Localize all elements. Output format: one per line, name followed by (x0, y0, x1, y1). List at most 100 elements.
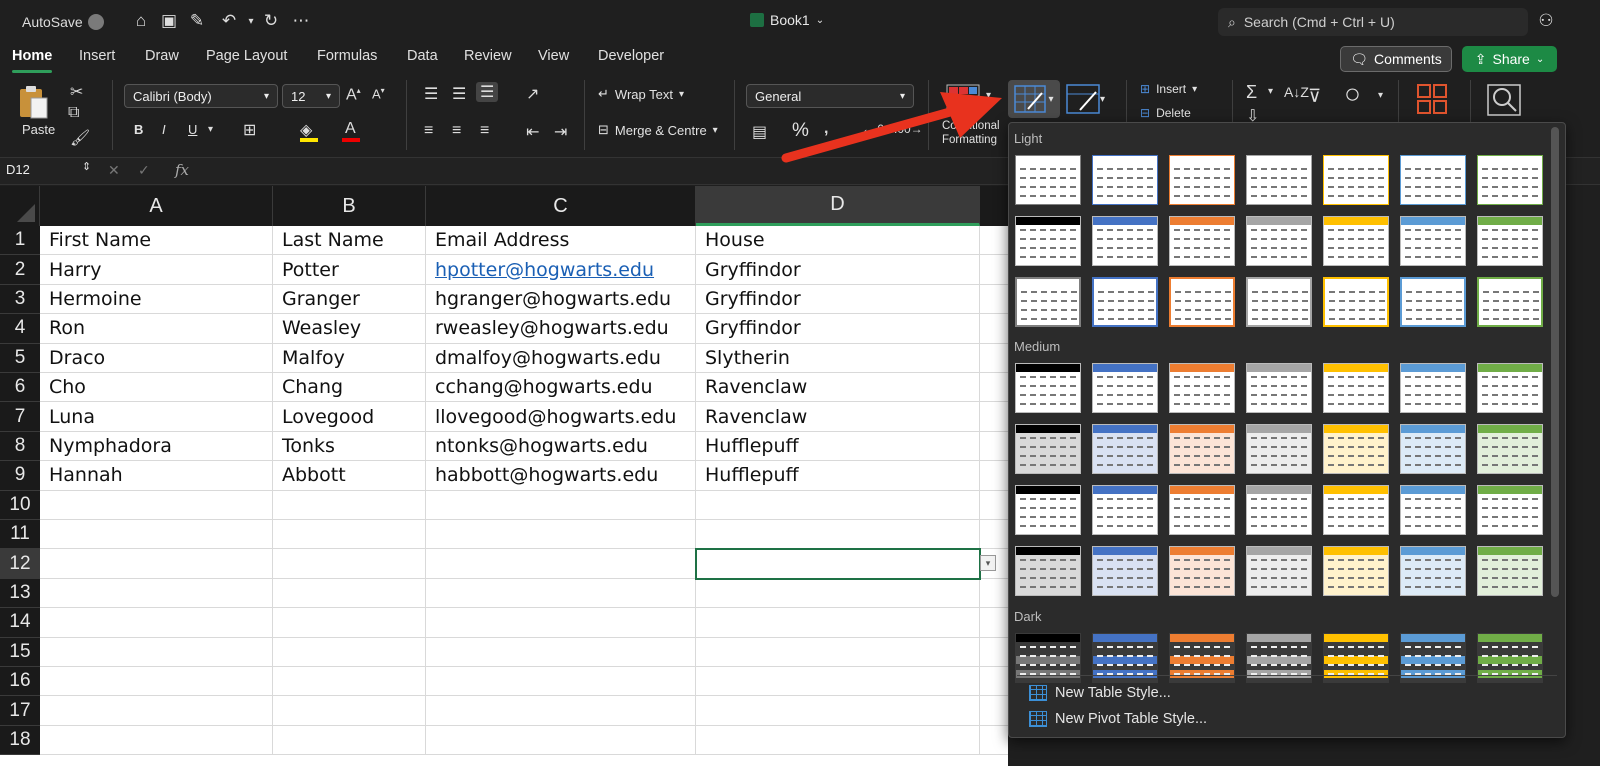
cell[interactable]: Gryffindor (696, 314, 980, 344)
cell[interactable]: Malfoy (273, 343, 426, 373)
table-style-swatch[interactable] (1477, 546, 1543, 596)
orientation-icon[interactable]: ↗ (526, 84, 539, 104)
insert-cells-button[interactable]: ⊞ Insert ▾ (1140, 82, 1197, 96)
cell[interactable] (426, 667, 696, 697)
row-header-3[interactable]: 3 (0, 284, 40, 315)
search-input[interactable]: ⌕ Search (Cmd + Ctrl + U) (1218, 8, 1528, 36)
comma-style-icon[interactable]: , (824, 120, 828, 138)
tab-review[interactable]: Review (464, 48, 512, 64)
cell[interactable] (273, 549, 426, 579)
worksheet-grid[interactable]: A B C D 1 First Name Last Name Email Addre… (0, 186, 1008, 766)
table-style-swatch[interactable] (1092, 424, 1158, 474)
increase-decimal-icon[interactable]: ←.0 (862, 122, 884, 136)
table-style-swatch[interactable] (1400, 155, 1466, 205)
tab-draw[interactable]: Draw (145, 48, 179, 64)
cell[interactable]: Abbott (273, 461, 426, 491)
table-style-swatch[interactable] (1323, 424, 1389, 474)
cell[interactable] (980, 432, 1008, 462)
paste-icon[interactable] (14, 84, 54, 120)
confirm-icon[interactable]: ✓ (138, 162, 150, 179)
cell[interactable]: Hermoine (40, 284, 273, 315)
cell[interactable] (980, 579, 1008, 609)
cell[interactable] (40, 608, 273, 638)
cell[interactable]: Hufflepuff (696, 461, 980, 491)
format-painter-icon[interactable]: 🖌 (70, 128, 90, 148)
row-header-8[interactable]: 8 (0, 431, 40, 462)
table-style-swatch[interactable] (1092, 216, 1158, 266)
share-button[interactable]: ⇪ Share ⌄ (1462, 46, 1557, 72)
cell[interactable] (696, 637, 980, 667)
gallery-scrollbar[interactable] (1551, 127, 1559, 597)
sort-icon[interactable]: A↓Z (1284, 84, 1309, 100)
row-header-4[interactable]: 4 (0, 314, 40, 344)
cell[interactable]: Granger (273, 284, 426, 315)
row-header-12[interactable]: 12 (0, 549, 40, 579)
row-header-18[interactable]: 18 (0, 725, 40, 756)
row-header-1[interactable]: 1 (0, 226, 40, 256)
home-icon[interactable]: ⌂ (130, 10, 152, 32)
table-style-swatch[interactable] (1400, 277, 1466, 327)
column-header-c[interactable]: C (426, 186, 696, 226)
table-style-swatch[interactable] (1246, 155, 1312, 205)
table-style-swatch[interactable] (1015, 485, 1081, 535)
cell-styles-button[interactable]: ▾ (1066, 82, 1112, 116)
chevron-down-icon[interactable]: ▾ (208, 124, 213, 135)
cell[interactable] (980, 491, 1008, 520)
row-header-15[interactable]: 15 (0, 637, 40, 667)
chevron-down-icon[interactable]: ▾ (1268, 86, 1273, 97)
cell[interactable] (273, 637, 426, 667)
comments-button[interactable]: 🗨 Comments (1340, 46, 1452, 72)
row-header-7[interactable]: 7 (0, 402, 40, 432)
row-header-16[interactable]: 16 (0, 667, 40, 697)
row-header-2[interactable]: 2 (0, 255, 40, 285)
cell[interactable]: rweasley@hogwarts.edu (426, 314, 696, 344)
table-style-swatch[interactable] (1246, 485, 1312, 535)
select-all-corner[interactable] (0, 186, 40, 226)
paste-label[interactable]: Paste (22, 122, 55, 137)
cell[interactable]: hgranger@hogwarts.edu (426, 284, 696, 315)
tab-data[interactable]: Data (407, 48, 438, 64)
cell[interactable] (980, 461, 1008, 491)
cell[interactable] (980, 344, 1008, 373)
cell[interactable] (273, 578, 426, 609)
workbook-title[interactable]: Book1 ⌄ (750, 12, 824, 28)
cell[interactable] (980, 726, 1008, 756)
align-bottom-icon[interactable]: ☰ (476, 82, 499, 102)
cell[interactable] (426, 520, 696, 550)
autosave-toggle[interactable] (88, 10, 104, 34)
decrease-indent-icon[interactable]: ⇤ (526, 122, 539, 142)
align-right-icon[interactable]: ≡ (480, 122, 489, 140)
table-style-swatch[interactable] (1015, 363, 1081, 413)
table-style-swatch[interactable] (1323, 363, 1389, 413)
cell[interactable]: Ravenclaw (696, 402, 980, 432)
underline-button[interactable]: U (188, 122, 197, 137)
table-style-swatch[interactable] (1092, 485, 1158, 535)
save-icon[interactable]: ▣ (158, 10, 180, 32)
cell[interactable]: dmalfoy@hogwarts.edu (426, 343, 696, 373)
table-style-swatch[interactable] (1015, 155, 1081, 205)
save-as-icon[interactable]: ✎ (186, 10, 208, 32)
cancel-icon[interactable]: ✕ (108, 162, 120, 179)
cell[interactable]: Harry (40, 255, 273, 285)
cell[interactable]: House (696, 226, 980, 256)
table-style-swatch[interactable] (1169, 216, 1235, 266)
table-style-swatch[interactable] (1477, 277, 1543, 327)
cell[interactable]: cchang@hogwarts.edu (426, 373, 696, 403)
align-left-icon[interactable]: ≡ (424, 122, 433, 140)
cell[interactable] (426, 637, 696, 667)
cell[interactable]: Chang (273, 373, 426, 403)
wrap-text-button[interactable]: ↵ Wrap Text ▾ (598, 86, 684, 102)
row-header-5[interactable]: 5 (0, 343, 40, 373)
table-style-swatch[interactable] (1015, 277, 1081, 327)
font-name-dropdown[interactable]: Calibri (Body) ▾ (124, 84, 278, 108)
name-box-stepper-icon[interactable]: ⇕ (82, 160, 91, 173)
table-style-swatch[interactable] (1092, 363, 1158, 413)
cell[interactable] (980, 402, 1008, 432)
cell[interactable]: ntonks@hogwarts.edu (426, 431, 696, 462)
analyse-data-icon[interactable] (1416, 82, 1452, 116)
cell[interactable] (40, 549, 273, 579)
table-style-swatch[interactable] (1246, 277, 1312, 327)
selected-cell[interactable] (695, 548, 981, 580)
cell[interactable] (426, 490, 696, 520)
cell[interactable] (980, 373, 1008, 403)
